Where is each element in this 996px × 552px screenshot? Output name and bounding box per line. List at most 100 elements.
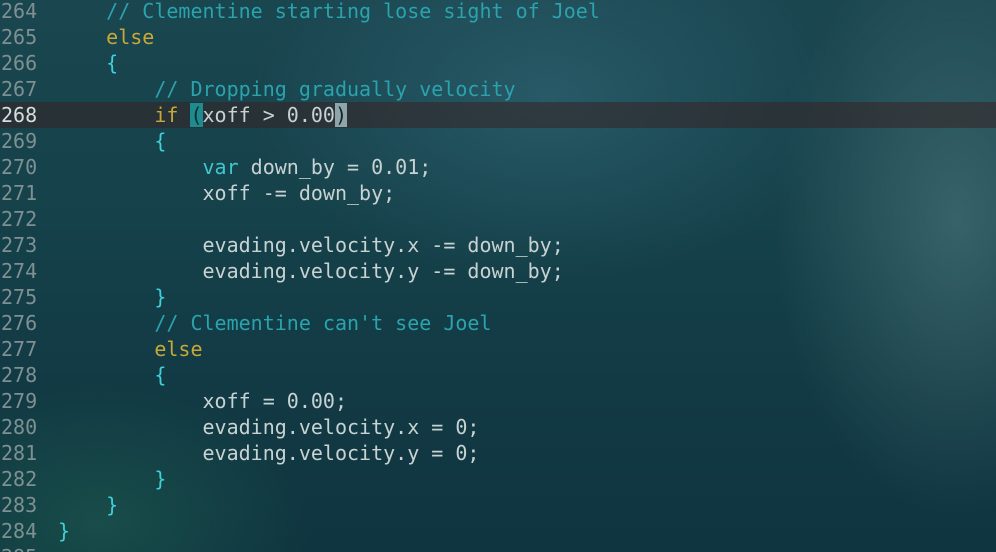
line-code: } [58,284,166,310]
code-line[interactable]: 284} [0,518,996,544]
keyword-token: else [154,337,203,361]
line-code: xoff -= down_by; [58,180,396,206]
code-line[interactable]: 282 } [0,466,996,492]
code-token: evading.velocity.y -= down_by; [202,259,564,283]
line-code: evading.velocity.x -= down_by; [58,232,564,258]
line-number: 264 [1,0,38,23]
line-code: } [58,492,118,518]
line-number: 277 [1,337,38,361]
code-line[interactable]: 264 // Clementine starting lose sight of… [0,0,996,24]
line-number: 281 [1,441,38,465]
line-code: else [58,336,203,362]
line-code: // Dropping gradually velocity [58,76,516,102]
line-number: 265 [1,25,38,49]
line-number: 275 [1,285,38,309]
code-line[interactable]: 266 { [0,50,996,76]
line-number: 266 [1,51,38,75]
line-code: // Clementine can't see Joel [58,310,491,336]
code-line[interactable]: 279 xoff = 0.00; [0,388,996,414]
keyword-token: if [154,103,179,127]
code-token: xoff -= down_by; [202,181,396,205]
line-number: 279 [1,389,38,413]
brace-token: } [154,285,167,309]
line-number: 283 [1,493,38,517]
code-line[interactable]: 270 var down_by = 0.01; [0,154,996,180]
code-line[interactable]: 271 xoff -= down_by; [0,180,996,206]
code-line[interactable]: 275 } [0,284,996,310]
code-line[interactable]: 280 evading.velocity.x = 0; [0,414,996,440]
line-number: 284 [1,519,38,543]
line-code: } [58,518,70,544]
line-number: 285 [0,544,45,552]
line-number: 276 [1,311,38,335]
code-token: down_by = 0.01; [238,155,432,179]
matched-paren: ( [190,103,203,127]
matched-paren: ) [334,103,348,127]
line-code: else [58,24,154,50]
code-token: evading.velocity.x = 0; [202,415,480,439]
keyword-token: else [106,25,155,49]
type-token: var [202,155,239,179]
comment-token: // Clementine can't see Joel [154,311,492,335]
line-code: xoff = 0.00; [58,388,348,414]
code-line[interactable]: 283 } [0,492,996,518]
code-line[interactable]: 276 // Clementine can't see Joel [0,310,996,336]
brace-token: } [154,467,167,491]
line-number: 280 [1,415,38,439]
comment-token: // Clementine starting lose sight of Joe… [106,0,600,23]
line-code: evading.velocity.y -= down_by; [58,258,564,284]
code-line[interactable]: 281 evading.velocity.y = 0; [0,440,996,466]
line-code: if (xoff > 0.00) [58,102,348,128]
brace-token: } [58,519,71,543]
current-code-line[interactable]: 268 if (xoff > 0.00) [0,102,996,128]
line-number: 269 [1,129,38,153]
line-code: // Clementine starting lose sight of Joe… [58,0,600,24]
line-code: { [58,362,166,388]
code-token: evading.velocity.x -= down_by; [202,233,564,257]
code-line[interactable]: 278 { [0,362,996,388]
code-line[interactable]: 277 else [0,336,996,362]
brace-token: { [154,363,167,387]
code-line[interactable]: 273 evading.velocity.x -= down_by; [0,232,996,258]
code-line[interactable]: 285 [0,544,996,552]
code-token: xoff = 0.00; [202,389,348,413]
line-number: 273 [1,233,38,257]
line-number: 270 [1,155,38,179]
code-token: xoff > 0.00 [202,103,335,127]
code-line[interactable]: 267 // Dropping gradually velocity [0,76,996,102]
line-number: 282 [1,467,38,491]
line-number: 278 [1,363,38,387]
line-number: 268 [1,103,38,127]
brace-token: } [106,493,119,517]
code-line[interactable]: 269 { [0,128,996,154]
line-code: evading.velocity.x = 0; [58,414,480,440]
code-line[interactable]: 274 evading.velocity.y -= down_by; [0,258,996,284]
comment-token: // Dropping gradually velocity [154,77,516,101]
code-token: evading.velocity.y = 0; [202,441,480,465]
code-editor[interactable]: 264 // Clementine starting lose sight of… [0,0,996,552]
line-number: 272 [1,207,38,231]
code-line[interactable]: 272 [0,206,996,232]
line-number: 274 [1,259,38,283]
code-line[interactable]: 265 else [0,24,996,50]
